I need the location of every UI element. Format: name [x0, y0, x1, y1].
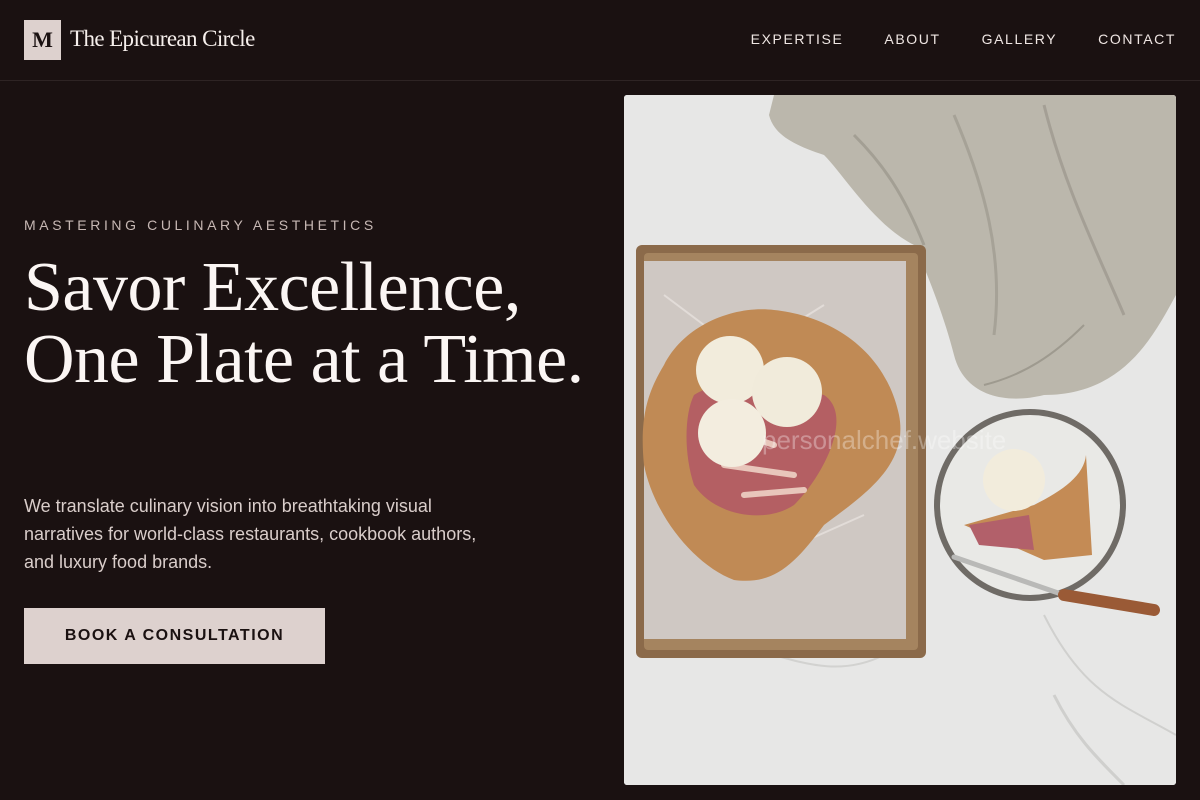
brand-name[interactable]: The Epicurean Circle — [70, 26, 255, 52]
hero-eyebrow: MASTERING CULINARY AESTHETICS — [24, 217, 377, 233]
nav-about[interactable]: ABOUT — [884, 31, 940, 47]
image-watermark: personalchef.website — [762, 425, 1007, 455]
site-header: M The Epicurean Circle EXPERTISE ABOUT G… — [0, 0, 1200, 81]
nav-expertise[interactable]: EXPERTISE — [751, 31, 844, 47]
nav-gallery[interactable]: GALLERY — [982, 31, 1058, 47]
main-nav: EXPERTISE ABOUT GALLERY CONTACT — [751, 31, 1176, 47]
book-consultation-button[interactable]: BOOK A CONSULTATION — [24, 608, 325, 664]
logo-mark[interactable]: M — [24, 20, 61, 60]
nav-contact[interactable]: CONTACT — [1098, 31, 1176, 47]
hero-description: We translate culinary vision into breath… — [24, 496, 477, 572]
hero-food-photo: personalchef.website — [624, 95, 1176, 785]
hero-headline: Savor Excellence, One Plate at a Time. — [24, 249, 584, 398]
